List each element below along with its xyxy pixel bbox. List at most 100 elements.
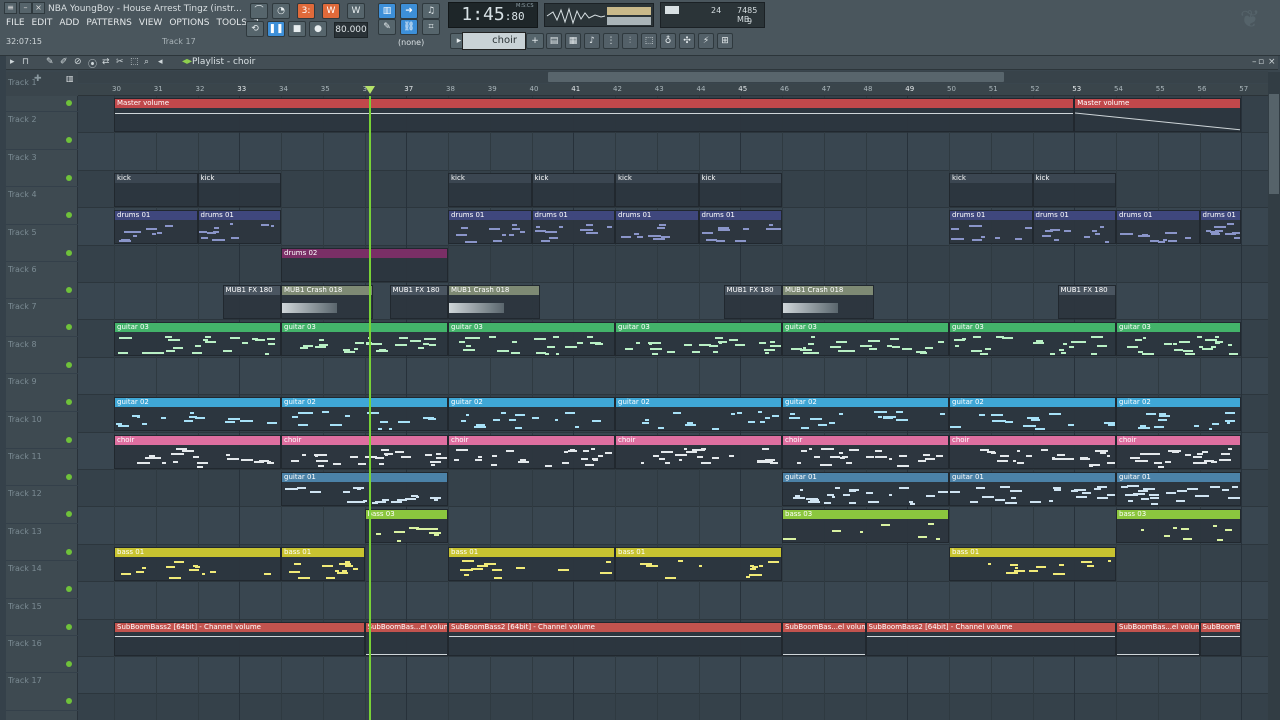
help-icon[interactable]: ⊞ <box>717 33 733 49</box>
clip-guitar03[interactable]: guitar 03 <box>949 322 1116 357</box>
track-header[interactable]: Track 11 <box>6 449 78 487</box>
clip-bass03[interactable]: bass 03 <box>782 509 949 544</box>
clip-kick[interactable]: kick <box>448 172 532 207</box>
clip-choir[interactable]: choir <box>782 434 949 469</box>
playhead-marker-icon[interactable] <box>364 86 375 94</box>
clip-fx[interactable]: MUB1 FX 180 <box>389 285 448 319</box>
clip-drums01[interactable]: drums 01 <box>448 210 532 245</box>
playback-tool-icon[interactable]: ◂ <box>158 57 163 67</box>
arrow-icon[interactable]: ➜ <box>400 3 418 19</box>
track-header[interactable]: Track 13 <box>6 524 78 562</box>
menu-add[interactable]: ADD <box>59 18 79 28</box>
clip-master[interactable]: Master volume <box>114 98 1075 132</box>
track-enable-led-icon[interactable] <box>66 324 72 331</box>
track-enable-led-icon[interactable] <box>66 137 72 144</box>
track-lane[interactable] <box>78 507 1268 545</box>
select-tool-icon[interactable]: ⬚ <box>130 57 139 67</box>
track-enable-led-icon[interactable] <box>66 436 72 443</box>
clip-guitar01[interactable]: guitar 01 <box>1116 472 1242 506</box>
playlist-minimize-icon[interactable]: – <box>1252 57 1257 67</box>
timeline-ruler[interactable]: 30 31 32 33 34 35 36 37 38 39 40 41 42 43 44 45 46 47 48 49… <box>78 84 1268 96</box>
snap-icon[interactable]: ⌗ <box>422 19 440 35</box>
track-header[interactable]: Track 5 <box>6 225 78 262</box>
track-header[interactable]: Track 9 <box>6 374 78 412</box>
clip-drums01[interactable]: drums 01 <box>949 210 1033 245</box>
vertical-scroll-thumb[interactable] <box>1269 94 1279 194</box>
pencil-icon[interactable]: ✎ <box>378 19 396 35</box>
menu-view[interactable]: VIEW <box>139 18 162 28</box>
stop-button[interactable]: ■ <box>288 21 306 37</box>
clip-guitar03[interactable]: guitar 03 <box>114 322 281 357</box>
clip-crash[interactable]: MUB1 Crash 018 <box>782 285 874 319</box>
clip-bass01[interactable]: bass 01 <box>281 546 365 581</box>
clip-drums01[interactable]: drums 01 <box>531 210 615 245</box>
clip-bass01[interactable]: bass 01 <box>114 546 281 581</box>
paint-tool-icon[interactable]: ✐ <box>60 57 68 67</box>
browser-icon[interactable]: ⋮ <box>603 33 619 49</box>
clip-guitar02[interactable]: guitar 02 <box>782 397 949 432</box>
record-button[interactable]: ● <box>309 21 327 37</box>
horizontal-scroll-thumb[interactable] <box>548 72 1004 82</box>
clip-kick[interactable]: kick <box>531 172 615 207</box>
playlist-menu-arrow-icon[interactable]: ▸ <box>10 57 15 67</box>
clip-choir[interactable]: choir <box>949 434 1116 469</box>
clip-guitar01[interactable]: guitar 01 <box>281 472 448 506</box>
clip-guitar03[interactable]: guitar 03 <box>281 322 448 357</box>
link-icon[interactable]: ⛓ <box>400 19 418 35</box>
clip-sub[interactable]: SubBoomBass2 [64bit] - Channel volume <box>865 621 1116 656</box>
clip-bass01[interactable]: bass 01 <box>949 546 1116 581</box>
track-header[interactable]: Track 1 <box>6 75 78 113</box>
clip-kick[interactable]: kick <box>698 172 782 207</box>
track-enable-led-icon[interactable] <box>66 287 72 293</box>
delete-tool-icon[interactable]: ⊘ <box>74 57 82 67</box>
clip-fx[interactable]: MUB1 FX 180 <box>1057 285 1116 319</box>
bell-icon[interactable]: ♫ <box>422 3 440 19</box>
clip-drums01[interactable]: drums 01 <box>114 210 198 245</box>
magnet-icon[interactable]: ⊓ <box>22 57 29 67</box>
clip-guitar03[interactable]: guitar 03 <box>1116 322 1242 357</box>
pattern-selector[interactable]: choir <box>462 32 526 50</box>
window-menu-icon[interactable]: ≡ <box>4 2 17 14</box>
mute-tool-icon[interactable]: ⦿ <box>88 57 97 70</box>
track-header[interactable]: Track 12 <box>6 486 78 524</box>
horizontal-scrollbar[interactable] <box>78 71 1268 83</box>
pause-button[interactable]: ❚❚ <box>267 21 285 37</box>
clip-guitar02[interactable]: guitar 02 <box>114 397 281 432</box>
clip-crash[interactable]: MUB1 Crash 018 <box>448 285 540 319</box>
track-lane[interactable] <box>78 694 1268 720</box>
clip-drums01[interactable]: drums 01 <box>698 210 782 245</box>
clip-bass01[interactable]: bass 01 <box>448 546 615 581</box>
track-lane[interactable] <box>78 582 1268 620</box>
clip-guitar01[interactable]: guitar 01 <box>782 472 949 506</box>
clip-sub[interactable]: SubBoomBas...el volume <box>782 621 866 656</box>
tempo-display[interactable]: 80.000 <box>334 22 368 38</box>
track-enable-led-icon[interactable] <box>66 586 72 593</box>
track-header[interactable]: Track 10 <box>6 412 78 449</box>
piano-icon[interactable]: ▥ <box>378 3 396 19</box>
track-lane[interactable] <box>78 245 1268 283</box>
channel-rack-icon[interactable]: ▦ <box>565 33 581 49</box>
menu-file[interactable]: FILE <box>6 18 25 28</box>
slice-tool-icon[interactable]: ✂ <box>116 57 124 67</box>
track-enable-led-icon[interactable] <box>66 698 72 705</box>
clip-bass01[interactable]: bass 01 <box>615 546 782 581</box>
playlist-maximize-icon[interactable]: ▫ <box>1258 57 1264 67</box>
clip-kick[interactable]: kick <box>615 172 699 207</box>
menu-edit[interactable]: EDIT <box>32 18 53 28</box>
track-enable-led-icon[interactable] <box>66 661 72 667</box>
menu-patterns[interactable]: PATTERNS <box>86 18 132 28</box>
track-lane[interactable] <box>78 357 1268 396</box>
slip-tool-icon[interactable]: ⇄ <box>102 57 110 67</box>
plugin-picker-icon[interactable]: ✣ <box>679 33 695 49</box>
zoom-tool-icon[interactable]: ⌕ <box>144 57 149 67</box>
track-header[interactable]: Track 2 <box>6 112 78 150</box>
clip-guitar03[interactable]: guitar 03 <box>782 322 949 357</box>
track-header[interactable]: Track 8 <box>6 337 78 375</box>
track-lane[interactable] <box>78 657 1268 695</box>
pattern-song-icon[interactable]: ⌒ <box>250 3 268 19</box>
clip-guitar02[interactable]: guitar 02 <box>1116 397 1242 432</box>
clip-sub[interactable]: SubBoomBas...el volume <box>1199 621 1242 656</box>
clip-drums01[interactable]: drums 01 <box>1032 210 1116 245</box>
track-lane[interactable] <box>78 133 1268 171</box>
menu-tools[interactable]: TOOLS <box>217 18 247 28</box>
